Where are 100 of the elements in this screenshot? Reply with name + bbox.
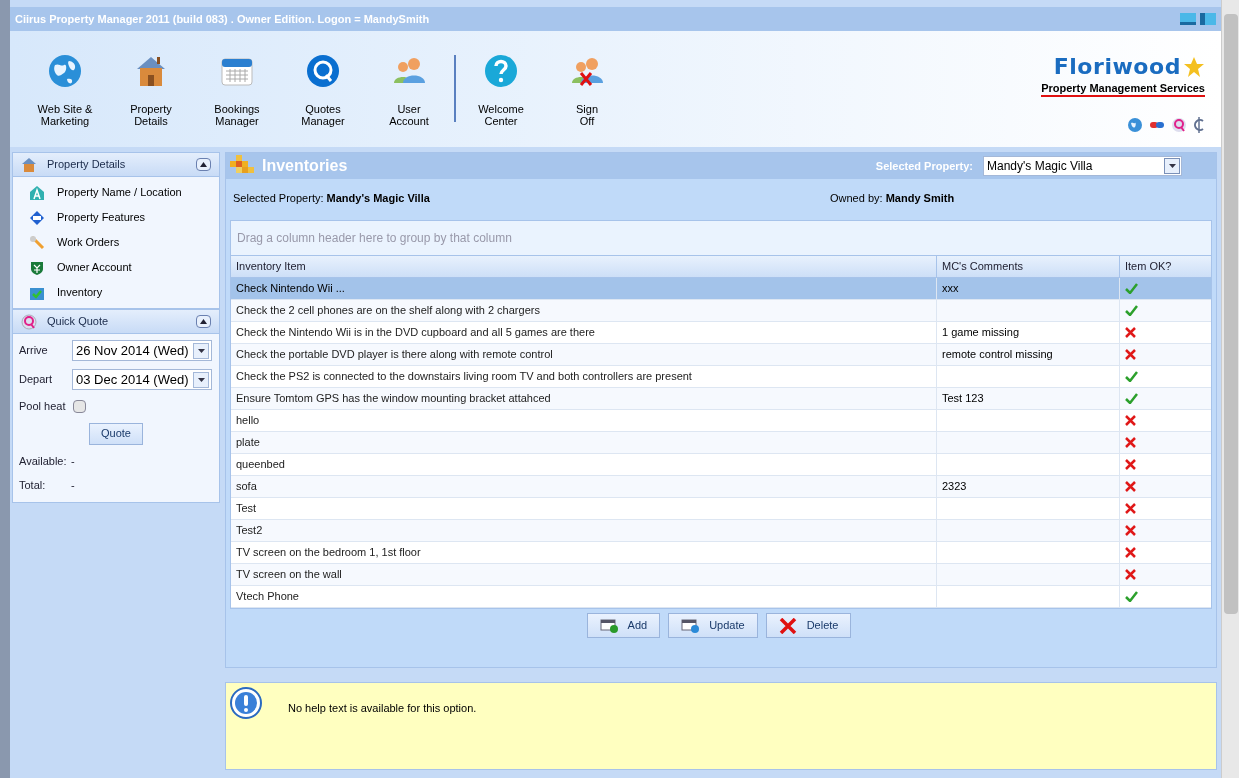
table-cell-text: Test — [236, 501, 257, 517]
diamond-icon — [29, 209, 45, 226]
sidebar-item[interactable]: Property Features — [13, 205, 219, 230]
table-cell-text: Ensure Tomtom GPS has the window mounting bracket attahced — [236, 391, 551, 407]
panel-title: Quick Quote — [47, 314, 110, 330]
sidebar-item[interactable]: Inventory — [13, 280, 219, 305]
toolbar-button[interactable]: Web Site & Marketing — [22, 53, 108, 127]
available-value: - — [71, 453, 75, 469]
column-header[interactable]: Item OK? — [1119, 256, 1211, 277]
window-title: Ciirus Property Manager 2011 (build 083) . Owner Edition. Logon = MandySmith — [15, 11, 431, 27]
help-text: No help text is available for this option. — [288, 701, 477, 716]
table-cell-text: hello — [236, 413, 260, 429]
q-icon — [21, 313, 37, 330]
logo-wordmark: Floriwood — [1053, 55, 1181, 79]
table-cell-text: 2323 — [942, 479, 967, 495]
table-row[interactable]: queenbed — [231, 454, 1211, 476]
date-field[interactable]: 03 Dec 2014 (Wed) — [72, 369, 212, 390]
table-row[interactable]: TV screen on the bedroom 1, 1st floor — [231, 542, 1211, 564]
table-cell-text: Check the portable DVD player is there along with remote control — [236, 347, 553, 363]
wrench-icon — [29, 234, 45, 251]
table-cell-text: Vtech Phone — [236, 589, 299, 605]
checkbox[interactable] — [73, 399, 87, 413]
panel-title: Property Details — [47, 157, 127, 173]
table-row[interactable]: sofa 2323 — [231, 476, 1211, 498]
action-button[interactable]: Delete — [765, 613, 852, 638]
dropdown-icon[interactable] — [1164, 158, 1180, 174]
table-cell-text: Check the 2 cell phones are on the shelf along with 2 chargers — [236, 303, 540, 319]
table-cell-text: Check the Nintendo Wii is in the DVD cupboard and all 5 games are there — [236, 325, 595, 341]
table-cell-text: xxx — [942, 281, 959, 297]
table-cell-text: Check Nintendo Wii ... — [236, 281, 345, 297]
table-cell-text: Test 123 — [942, 391, 984, 407]
help-icon — [483, 53, 519, 89]
property-select[interactable]: Mandy's Magic Villa — [983, 156, 1182, 176]
chevron-icon — [200, 319, 207, 324]
column-header[interactable]: MC's Comments — [936, 256, 1119, 277]
selector-label: Selected Property: — [875, 158, 973, 174]
star-icon — [1183, 56, 1205, 78]
collapse-button[interactable] — [196, 315, 211, 328]
action-button[interactable]: Add — [586, 613, 661, 638]
q-icon[interactable] — [1171, 117, 1187, 133]
column-header[interactable]: Inventory Item — [231, 256, 936, 277]
group-by-hint: Drag a column header here to group by that column — [237, 230, 512, 247]
globe-icon — [47, 53, 83, 89]
total-label: Total: — [19, 478, 47, 493]
table-row[interactable]: Check the portable DVD player is there along with remote control remote control missing — [231, 344, 1211, 366]
toolbar-button[interactable]: User Account — [366, 53, 452, 127]
action-button[interactable]: Update — [668, 613, 758, 638]
available-label: Available: — [19, 453, 68, 469]
toolbar-button[interactable]: Bookings Manager — [194, 53, 280, 127]
globe-icon[interactable] — [1127, 117, 1143, 133]
layout-icon[interactable] — [1200, 13, 1216, 25]
table-row[interactable]: Check the PS2 is connected to the downstairs living room TV and both controllers are present — [231, 366, 1211, 388]
table-cell-text: queenbed — [236, 457, 285, 473]
layout-icon[interactable] — [1180, 13, 1196, 25]
cedi-icon[interactable] — [1193, 117, 1205, 133]
sidebar-item[interactable]: Work Orders — [13, 230, 219, 255]
table-cell-text: Check the PS2 is connected to the downstairs living room TV and both controllers are present — [236, 369, 692, 385]
toolbar-button[interactable]: Quotes Manager — [280, 53, 366, 127]
scrollbar[interactable] — [1221, 0, 1239, 778]
table-cell-text: TV screen on the bedroom 1, 1st floor — [236, 545, 421, 561]
toolbar-button[interactable]: Sign Off — [544, 53, 630, 127]
pool-heat-label: Pool heat — [19, 399, 66, 414]
owner-text: Owned by: Mandy Smith — [830, 190, 955, 206]
toolbar-button[interactable]: Property Details — [108, 53, 194, 127]
selected-property-text: Selected Property: Mandy's Magic Villa — [233, 190, 431, 206]
table-row[interactable]: Check Nintendo Wii ... xxx — [231, 278, 1211, 300]
sidebar-item[interactable]: Property Name / Location — [13, 180, 219, 205]
toolbar-button[interactable]: Welcome Center — [458, 53, 544, 127]
table-row[interactable]: Test2 — [231, 520, 1211, 542]
dropdown-icon[interactable] — [193, 342, 209, 359]
table-cell-text: sofa — [236, 479, 257, 495]
collapse-button[interactable] — [196, 158, 211, 171]
quote-button[interactable]: Quote — [89, 422, 143, 445]
delete-icon — [778, 617, 797, 634]
table-cell-text: Test2 — [236, 523, 263, 539]
table-cell-text: TV screen on the wall — [236, 567, 342, 583]
table-row[interactable]: Check the 2 cell phones are on the shelf along with 2 chargers — [231, 300, 1211, 322]
table-row[interactable]: TV screen on the wall — [231, 564, 1211, 586]
table-cell-text: 1 game missing — [942, 325, 1020, 341]
dropdown-icon[interactable] — [193, 371, 209, 388]
sidebar-item[interactable]: Owner Account — [13, 255, 219, 280]
table-row[interactable]: Test — [231, 498, 1211, 520]
table-row[interactable]: Vtech Phone — [231, 586, 1211, 608]
add-icon — [599, 618, 618, 633]
logo-tagline: Property Management Services — [1041, 81, 1205, 97]
table-cell-text: remote control missing — [942, 347, 1053, 363]
table-row[interactable]: hello — [231, 410, 1211, 432]
chevron-icon — [200, 162, 207, 167]
depart-label: Depart — [19, 372, 54, 388]
date-field[interactable]: 26 Nov 2014 (Wed) — [72, 340, 212, 361]
table-row[interactable]: Check the Nintendo Wii is in the DVD cupboard and all 5 games are there 1 game missing — [231, 322, 1211, 344]
table-row[interactable]: Ensure Tomtom GPS has the window mounting bracket attahced Test 123 — [231, 388, 1211, 410]
house-icon — [21, 156, 37, 173]
shield-icon — [29, 259, 45, 276]
house-letter-icon — [29, 184, 45, 201]
table-row[interactable]: plate — [231, 432, 1211, 454]
section-title: Inventories — [262, 156, 349, 176]
info-icon — [230, 687, 262, 719]
arrive-label: Arrive — [19, 343, 49, 359]
total-value: - — [71, 478, 75, 493]
